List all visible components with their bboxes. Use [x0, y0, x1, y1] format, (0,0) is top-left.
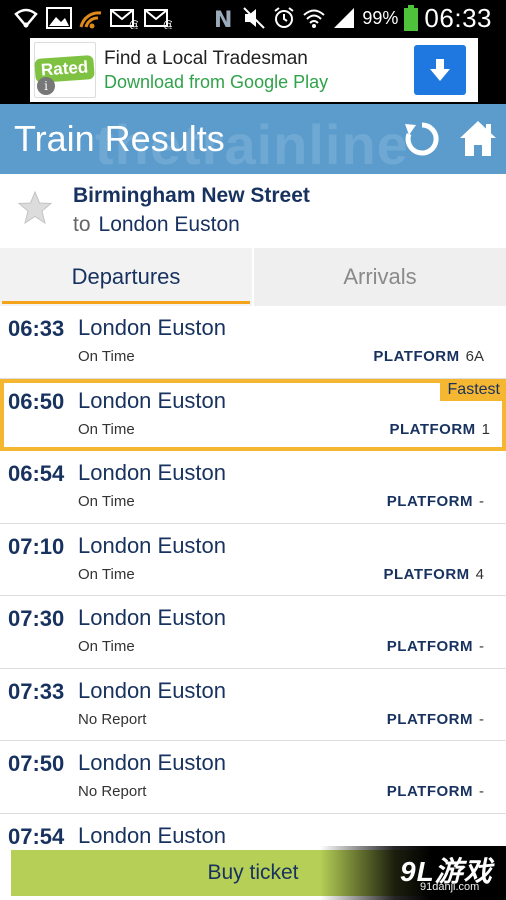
platform-number: - — [479, 638, 484, 655]
status: On Time — [78, 493, 135, 510]
destination: London Euston — [78, 460, 227, 485]
tab-arrivals[interactable]: Arrivals — [254, 248, 506, 306]
status: On Time — [78, 420, 135, 438]
origin-station: Birmingham New Street — [73, 184, 310, 207]
ad-banner-container: Rated i Find a Local Tradesman Download … — [0, 36, 506, 104]
destination-line: to London Euston — [73, 213, 240, 237]
svg-text:N: N — [214, 8, 232, 30]
result-row[interactable]: 06:54 London Euston On Time PLATFORM - — [0, 451, 506, 524]
platform: PLATFORM - — [387, 783, 484, 800]
platform: PLATFORM 4 — [383, 566, 484, 583]
departure-time: 07:54 — [8, 823, 65, 847]
ad-title: Find a Local Tradesman — [104, 47, 308, 69]
rss-icon — [78, 7, 104, 29]
departure-time: 07:50 — [8, 751, 65, 776]
star-icon — [17, 190, 53, 225]
status: No Report — [78, 710, 147, 728]
platform-label: PLATFORM — [386, 710, 473, 728]
clock: 06:33 — [424, 2, 492, 33]
platform-label: PLATFORM — [373, 348, 460, 365]
wifi-signal-icon — [302, 6, 326, 30]
destination: London Euston — [78, 605, 227, 630]
result-row[interactable]: 06:33 London Euston On Time PLATFORM 6A — [0, 306, 506, 379]
platform-label: PLATFORM — [383, 565, 470, 583]
departure-time: 06:33 — [8, 316, 65, 341]
platform-number: - — [479, 783, 484, 800]
ad-logo: Rated i — [34, 42, 96, 98]
platform: PLATFORM - — [387, 493, 484, 510]
departure-time: 06:50 — [8, 388, 65, 414]
platform-number: - — [479, 493, 484, 510]
tab-departures[interactable]: Departures — [0, 248, 252, 306]
refresh-button[interactable] — [402, 119, 442, 159]
platform: PLATFORM 6A — [373, 348, 484, 365]
destination: London Euston — [78, 387, 227, 413]
result-row-fastest[interactable]: Fastest 06:50 London Euston On Time PLAT… — [0, 378, 506, 451]
status: On Time — [78, 348, 135, 365]
status: No Report — [78, 783, 147, 800]
email-icon: @ — [144, 7, 172, 29]
platform-number: 6A — [465, 348, 484, 365]
status: On Time — [78, 565, 135, 583]
to-label: to — [73, 213, 91, 236]
result-row[interactable]: 07:50 London Euston No Report PLATFORM - — [0, 741, 506, 814]
svg-text:@: @ — [163, 18, 172, 29]
battery-icon — [404, 5, 419, 31]
refresh-icon — [405, 122, 439, 156]
departure-time: 07:33 — [8, 678, 65, 704]
status-bar: @ @ N 99% 06:33 — [0, 0, 506, 36]
platform: PLATFORM - — [387, 638, 484, 655]
result-row[interactable]: 07:30 London Euston On Time PLATFORM - — [0, 596, 506, 669]
departure-time: 07:10 — [8, 533, 65, 559]
platform: PLATFORM 1 — [389, 421, 490, 438]
destination: London Euston — [78, 677, 227, 703]
platform-number: 4 — [475, 565, 484, 583]
svg-text:@: @ — [129, 18, 138, 29]
download-button[interactable] — [414, 45, 466, 95]
ad-banner[interactable]: Rated i Find a Local Tradesman Download … — [30, 38, 478, 102]
tab-bar: Departures Arrivals — [0, 248, 506, 306]
platform-label: PLATFORM — [386, 493, 473, 510]
platform-label: PLATFORM — [386, 783, 473, 800]
fastest-badge: Fastest — [439, 378, 506, 401]
nfc-icon: N — [212, 6, 236, 30]
departure-time: 06:54 — [8, 461, 65, 486]
platform-label: PLATFORM — [389, 420, 476, 438]
cell-signal-icon — [332, 6, 356, 30]
email-icon: @ — [110, 7, 138, 29]
result-row[interactable]: 07:33 London Euston No Report PLATFORM - — [0, 668, 506, 741]
ad-subtitle: Download from Google Play — [104, 71, 329, 92]
destination-station: London Euston — [98, 213, 240, 236]
battery-percentage: 99% — [362, 7, 399, 28]
result-row[interactable]: 07:10 London Euston On Time PLATFORM 4 — [0, 523, 506, 596]
home-icon — [460, 121, 496, 156]
status: On Time — [78, 638, 135, 655]
info-icon[interactable]: i — [37, 77, 55, 95]
site-watermark-url: 91danji.com — [420, 881, 480, 893]
home-button[interactable] — [458, 118, 498, 160]
results-list: 06:33 London Euston On Time PLATFORM 6A F… — [0, 306, 506, 846]
platform: PLATFORM - — [387, 711, 484, 728]
wifi-icon — [12, 6, 40, 30]
platform-label: PLATFORM — [386, 638, 473, 655]
journey-summary: Birmingham New Street to London Euston — [0, 174, 506, 248]
platform-number: 1 — [481, 420, 490, 438]
alarm-icon — [272, 6, 296, 30]
image-icon — [46, 7, 72, 29]
download-arrow-icon — [430, 59, 450, 81]
result-row[interactable]: 07:54 London Euston — [0, 813, 506, 847]
title-bar: thetrainline Train Results — [0, 104, 506, 174]
destination: London Euston — [78, 750, 227, 775]
destination: London Euston — [78, 532, 227, 558]
mute-icon — [242, 6, 266, 30]
favourite-button[interactable] — [17, 190, 53, 226]
page-title: Train Results — [14, 118, 225, 159]
destination: London Euston — [78, 822, 227, 847]
platform-number: - — [479, 710, 484, 728]
departure-time: 07:30 — [8, 606, 65, 631]
destination: London Euston — [78, 315, 227, 340]
